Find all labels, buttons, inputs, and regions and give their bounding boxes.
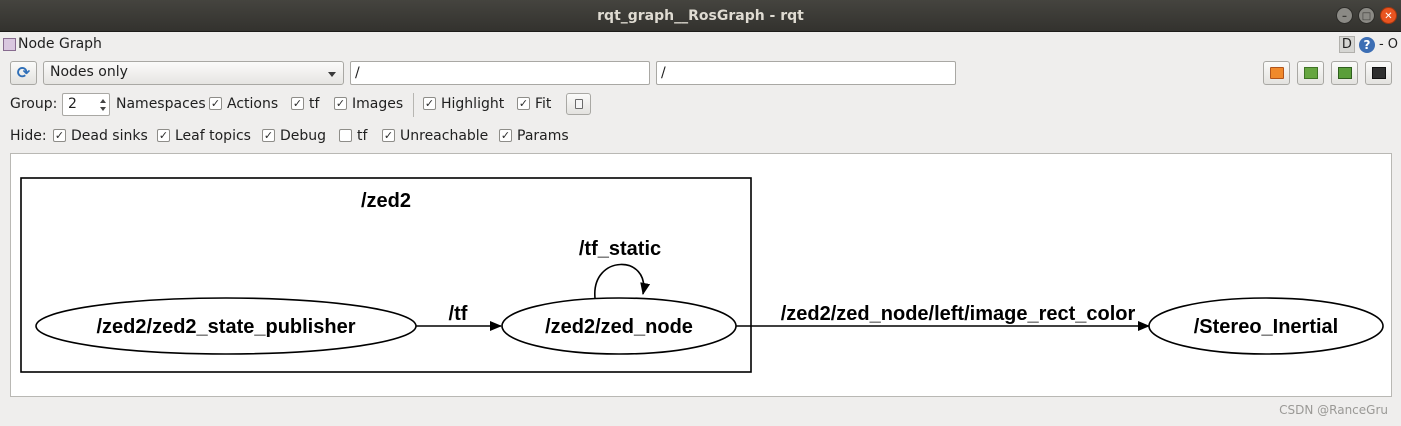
watermark: CSDN @RanceGru [1279,403,1388,417]
window-controls: – □ ✕ [1336,7,1397,24]
load-icon [1270,67,1284,79]
edge-tf-static[interactable] [594,263,651,299]
plugin-controls: D ? - O [1338,36,1398,53]
save-dot-button[interactable] [1297,61,1324,85]
window-title: rqt_graph__RosGraph - rqt [597,7,804,24]
dead-sinks-label: Dead sinks [71,128,148,144]
leaf-topics-label: Leaf topics [175,128,251,144]
params-label: Params [517,128,569,144]
fit-in-view-button[interactable] [566,93,591,115]
window-titlebar: rqt_graph__RosGraph - rqt – □ ✕ [0,0,1401,32]
unreachable-label: Unreachable [400,128,489,144]
close-button[interactable]: ✕ [1380,7,1397,24]
dock-button[interactable]: D [1338,36,1355,53]
plugin-close-button[interactable]: - O [1379,37,1398,52]
load-dot-button[interactable] [1263,61,1290,85]
cluster-label: /zed2 [361,190,411,212]
params-checkbox[interactable]: ✓ [499,129,512,142]
toolbar-separator [413,93,414,117]
tf-label: tf [309,96,320,112]
graph-mode-value: Nodes only [50,64,128,80]
plugin-header: Node Graph D ? - O [0,34,1401,56]
refresh-button[interactable]: ⟳ [10,61,37,85]
images-label: Images [352,96,404,112]
save-image-icon [1338,67,1352,79]
images-checkbox[interactable]: ✓ [334,97,347,110]
hide-row: Hide: ✓ Dead sinks ✓ Leaf topics ✓ Debug… [10,125,1390,147]
topic-filter-input[interactable] [657,62,955,84]
fit-icon [575,99,583,109]
options-row: Group: 2 Namespaces ✓ Actions ✓ tf ✓ Ima… [10,93,1390,117]
hide-label: Hide: [10,128,47,144]
leaf-topics-checkbox[interactable]: ✓ [157,129,170,142]
graph-svg: /zed2 /zed2/zed2_state_publisher /zed2/z… [20,177,1384,373]
graph-canvas[interactable]: /zed2 /zed2/zed2_state_publisher /zed2/z… [10,153,1392,397]
save-svg-button[interactable] [1365,61,1392,85]
minimize-button[interactable]: – [1336,7,1353,24]
group-spinbox[interactable]: 2 [62,93,110,116]
plugin-icon [3,38,16,51]
actions-label: Actions [227,96,279,112]
group-label: Group: [10,96,58,112]
spin-up-icon[interactable] [100,99,106,103]
maximize-button[interactable]: □ [1358,7,1375,24]
save-dot-icon [1304,67,1318,79]
help-icon[interactable]: ? [1358,36,1375,53]
graph-mode-select[interactable]: Nodes only [43,61,344,85]
plugin-title: Node Graph [18,36,102,52]
node-label-stereo: /Stereo_Inertial [1194,316,1339,338]
namespaces-checkbox[interactable]: ✓ [209,97,222,110]
edge-label-image: /zed2/zed_node/left/image_rect_color [781,303,1136,325]
save-svg-icon [1372,67,1386,79]
namespaces-label: Namespaces [116,96,206,112]
group-value: 2 [68,96,77,112]
edge-label-tf-static: /tf_static [579,238,661,260]
node-filter-field[interactable] [350,61,650,85]
refresh-icon: ⟳ [16,63,31,82]
debug-checkbox[interactable]: ✓ [262,129,275,142]
node-label-zed-node: /zed2/zed_node [545,316,693,338]
spin-down-icon[interactable] [100,107,106,111]
unreachable-checkbox[interactable]: ✓ [382,129,395,142]
highlight-label: Highlight [441,96,505,112]
topic-filter-field[interactable] [656,61,956,85]
hide-tf-label: tf [357,128,368,144]
node-label-publisher: /zed2/zed2_state_publisher [97,316,356,338]
dead-sinks-checkbox[interactable]: ✓ [53,129,66,142]
fit-checkbox[interactable]: ✓ [517,97,530,110]
fit-label: Fit [535,96,552,112]
tf-checkbox[interactable]: ✓ [291,97,304,110]
save-image-button[interactable] [1331,61,1358,85]
node-filter-input[interactable] [351,62,649,84]
hide-tf-checkbox[interactable] [339,129,352,142]
highlight-checkbox[interactable]: ✓ [423,97,436,110]
edge-label-tf: /tf [449,303,468,325]
chevron-down-icon [328,72,336,77]
debug-label: Debug [280,128,327,144]
